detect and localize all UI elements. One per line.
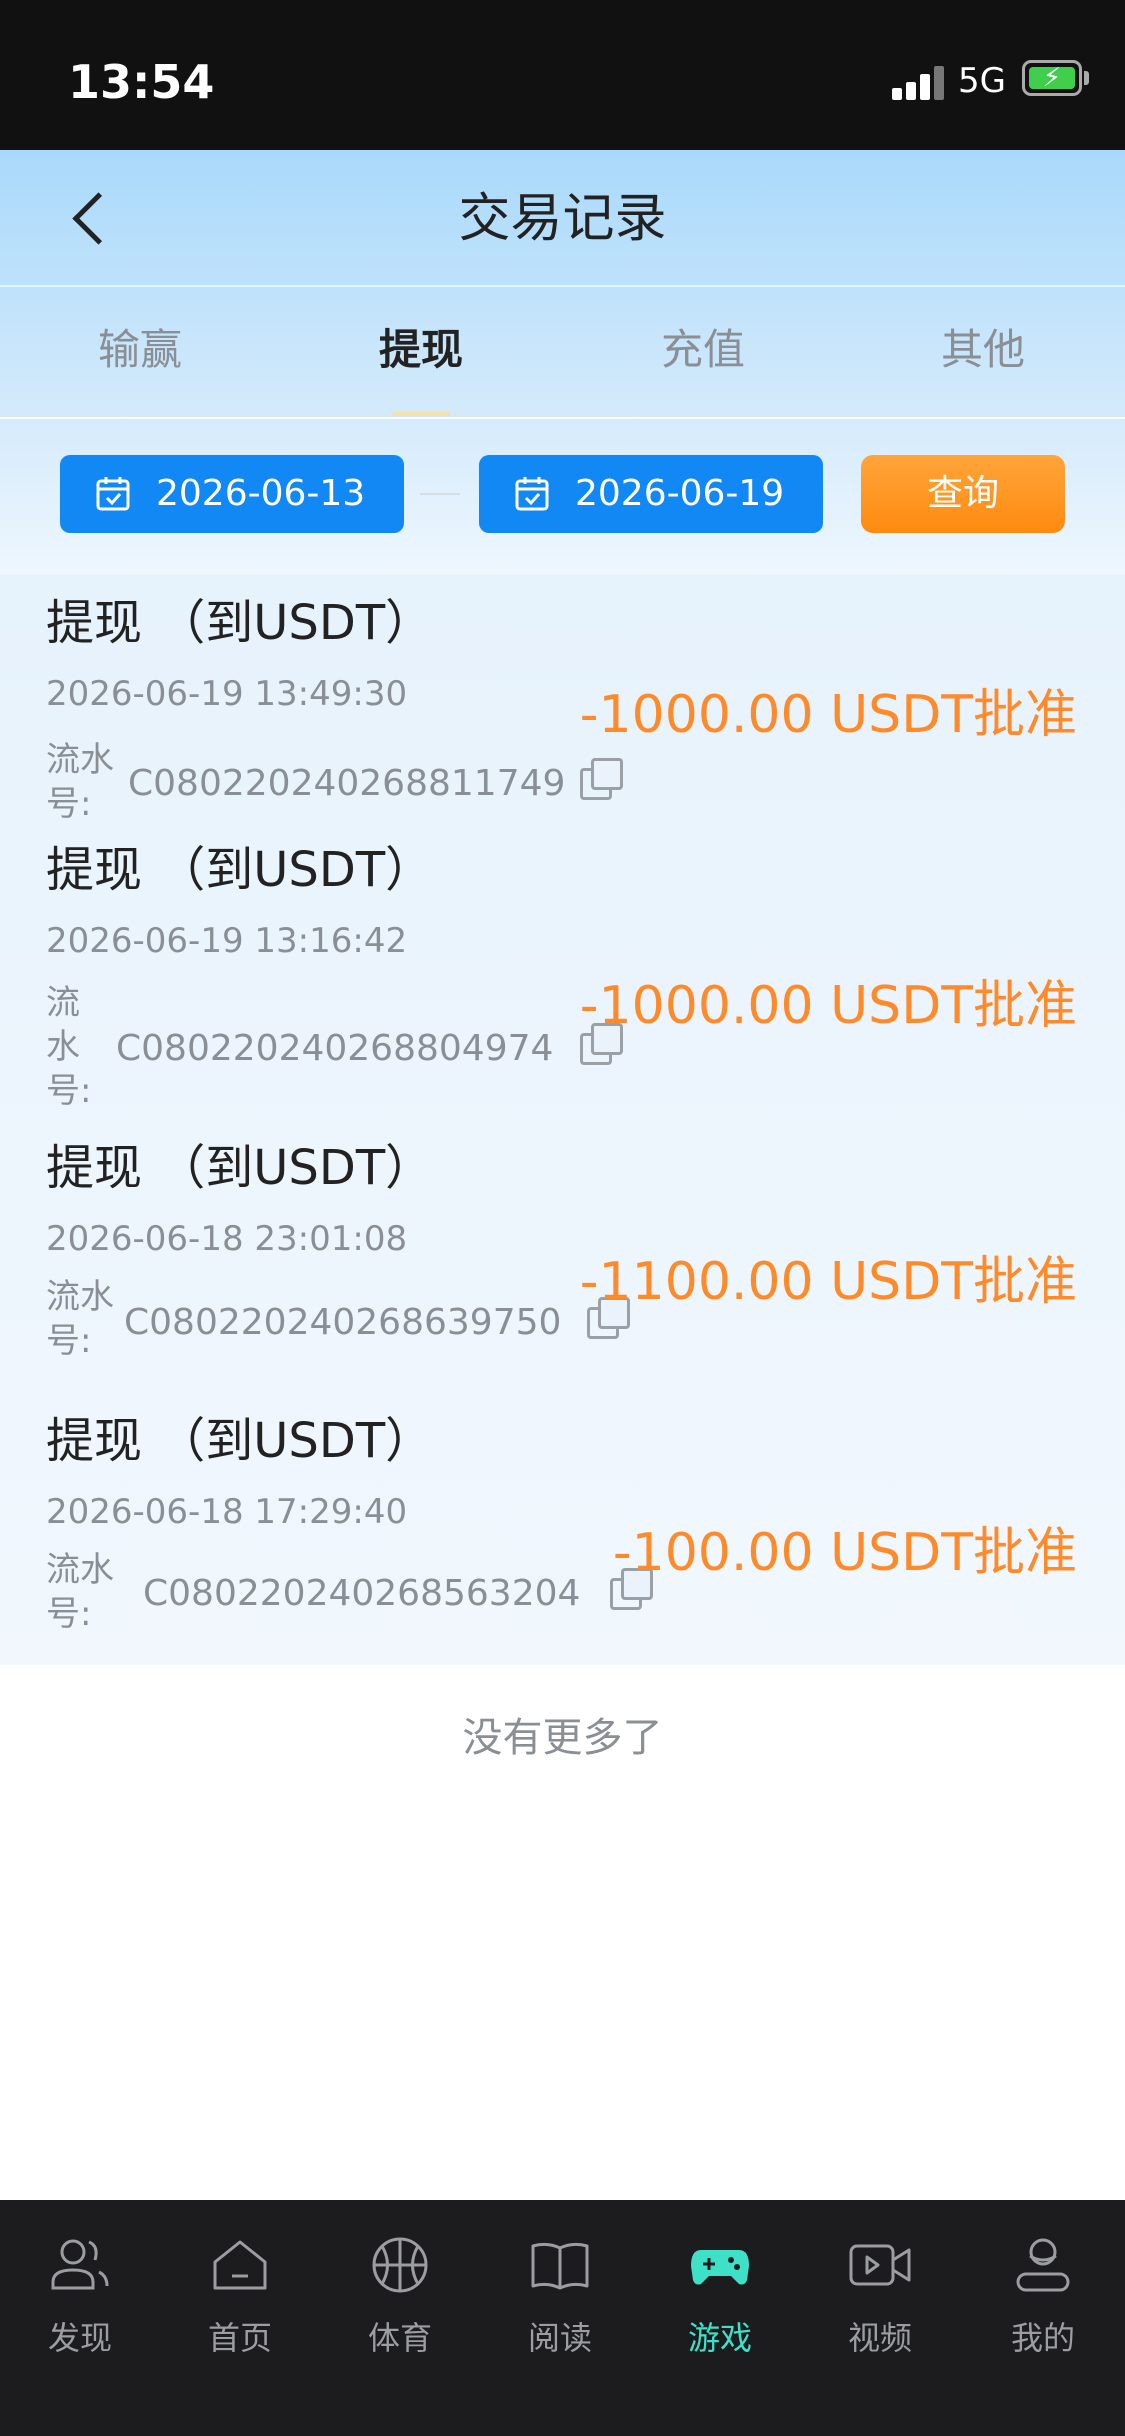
no-more-text: 没有更多了 — [462, 1715, 663, 1761]
tab-bar: 输赢 提现 充值 其他 — [0, 290, 1125, 415]
tab-other[interactable]: 其他 — [883, 320, 1083, 380]
calendar-icon — [96, 477, 130, 511]
nav-profile[interactable]: 我的 — [963, 2200, 1123, 2436]
nav-home[interactable]: 首页 — [160, 2200, 320, 2436]
network-type: 5G — [958, 61, 1006, 101]
divider — [0, 285, 1125, 287]
list-item: 提现 （到USDT） 2026-06-19 13:49:30 流水号: C080… — [0, 590, 1125, 835]
tab-withdraw[interactable]: 提现 — [321, 320, 521, 380]
nav-read[interactable]: 阅读 — [480, 2200, 640, 2436]
record-amount: -100.00 USDT批准 — [612, 1523, 1077, 1583]
serial-label: 流水号: — [46, 1277, 114, 1361]
nav-label: 体育 — [367, 2319, 432, 2357]
nav-label: 我的 — [1010, 2319, 1075, 2357]
record-amount: -1100.00 USDT批准 — [579, 1252, 1077, 1312]
copy-icon[interactable] — [580, 758, 623, 800]
date-range-separator — [420, 493, 460, 495]
battery-tip — [1084, 71, 1089, 85]
calendar-icon — [515, 477, 549, 511]
nav-label: 游戏 — [687, 2319, 752, 2357]
status-bar: 13:54 5G ⚡ — [0, 0, 1125, 150]
list-item: 提现 （到USDT） 2026-06-19 13:16:42 流水号: C080… — [0, 837, 1125, 1127]
users-icon — [51, 2239, 109, 2290]
end-date-text: 2026-06-19 — [575, 473, 785, 514]
serial-number: C080220240268563204 — [143, 1573, 581, 1614]
nav-discover[interactable]: 发现 — [0, 2200, 160, 2436]
record-title: 提现 （到USDT） — [46, 1413, 434, 1469]
page-title: 交易记录 — [458, 189, 667, 249]
serial-label: 流水号: — [46, 983, 92, 1111]
book-icon — [531, 2242, 589, 2290]
active-tab-indicator — [392, 412, 450, 416]
serial-label: 流水号: — [46, 1550, 114, 1634]
start-date-text: 2026-06-13 — [156, 473, 366, 514]
nav-bar: 交易记录 — [0, 150, 1125, 285]
nav-label: 视频 — [847, 2319, 912, 2357]
record-title: 提现 （到USDT） — [46, 842, 434, 898]
record-amount: -1000.00 USDT批准 — [579, 685, 1077, 745]
list-item: 提现 （到USDT） 2026-06-18 23:01:08 流水号: C080… — [0, 1135, 1125, 1395]
battery-icon: ⚡ — [1022, 60, 1082, 96]
basketball-icon — [372, 2237, 428, 2293]
record-time: 2026-06-19 13:16:42 — [46, 921, 408, 961]
nav-games[interactable]: 游戏 — [640, 2200, 800, 2436]
start-date-button[interactable]: 2026-06-13 — [60, 455, 404, 533]
tab-win-loss[interactable]: 输赢 — [40, 320, 240, 380]
record-time: 2026-06-18 17:29:40 — [46, 1492, 408, 1532]
record-time: 2026-06-18 23:01:08 — [46, 1219, 408, 1259]
query-button[interactable]: 查询 — [861, 455, 1065, 533]
record-time: 2026-06-19 13:49:30 — [46, 674, 408, 714]
home-icon — [213, 2240, 267, 2290]
nav-label: 首页 — [207, 2319, 272, 2357]
serial-number: C08022024026881174​9 — [128, 763, 566, 804]
nav-sports[interactable]: 体育 — [320, 2200, 480, 2436]
tab-deposit[interactable]: 充值 — [603, 320, 803, 380]
list-item: 提现 （到USDT） 2026-06-18 17:29:40 流水号: C080… — [0, 1408, 1125, 1658]
record-title: 提现 （到USDT） — [46, 595, 434, 651]
status-time: 13:54 — [68, 55, 215, 109]
gamepad-icon — [691, 2250, 749, 2285]
serial-label: 流水号: — [46, 740, 114, 824]
serial-number: C080220240268639750 — [124, 1302, 562, 1343]
bottom-nav: 发现 首页 体育 阅读 游戏 视频 我的 — [0, 2200, 1125, 2436]
record-title: 提现 （到USDT） — [46, 1140, 434, 1196]
record-list: 提现 （到USDT） 2026-06-19 13:49:30 流水号: C080… — [0, 575, 1125, 1665]
nav-video[interactable]: 视频 — [800, 2200, 960, 2436]
record-amount: -1000.00 USDT批准 — [579, 976, 1077, 1036]
nav-label: 阅读 — [527, 2319, 592, 2357]
end-date-button[interactable]: 2026-06-19 — [479, 455, 823, 533]
video-icon — [849, 2244, 911, 2286]
nav-label: 发现 — [47, 2319, 112, 2357]
serial-number: C080220240268804974 — [116, 1028, 554, 1069]
divider — [0, 417, 1125, 419]
signal-icon — [892, 64, 944, 100]
profile-icon — [1016, 2238, 1070, 2292]
